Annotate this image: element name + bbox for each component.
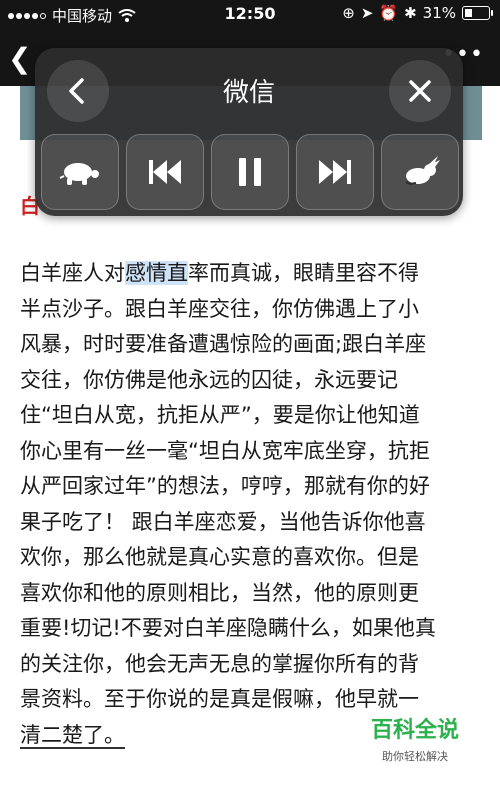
- text-line: 住“坦白从宽，抗拒从严”，要是你让他知道: [20, 403, 420, 427]
- text-line: 白羊座人对感情直率而真诚，眼睛里容不得: [20, 261, 419, 285]
- pause-button[interactable]: [211, 134, 289, 210]
- text-line: 从严回家过年”的想法，哼哼，那就有你的好: [20, 474, 430, 498]
- rabbit-icon: [405, 156, 440, 186]
- pause-icon: [239, 158, 261, 186]
- skip-back-icon: [149, 160, 181, 184]
- text-line: 的关注你，他会无声无息的掌握你所有的背: [20, 651, 419, 676]
- battery-icon: [462, 6, 493, 20]
- location-icon: ➤: [360, 4, 374, 22]
- text-line: 你心里有一丝一毫“坦白从宽牢底坐穿，抗拒: [20, 438, 430, 463]
- alarm-icon: ⏰: [379, 4, 399, 22]
- text-line: 喜欢你和他的原则相比，当然，他的原则更: [20, 580, 419, 605]
- fast-speed-button[interactable]: [381, 134, 459, 210]
- text-line: 半点沙子。跟白羊座交往，你仿佛遇上了小: [20, 296, 419, 321]
- floating-audio-panel: 微信: [35, 48, 463, 216]
- turtle-icon: [59, 163, 99, 185]
- nav-back-icon[interactable]: ❮: [8, 42, 31, 75]
- watermark-logo: 百科全说 助你轻松解决: [355, 712, 475, 764]
- battery-percent: 31%: [422, 4, 456, 22]
- text-line: 交往，你仿佛是他永远的囚徒，永远要记: [20, 367, 398, 392]
- text-line: 风暴，时时要准备遭遇惊险的画面;跟白羊座: [20, 332, 427, 356]
- lock-rotation-icon: ⊕: [342, 4, 355, 22]
- previous-button[interactable]: [126, 134, 204, 210]
- article-body: 白羊座人对感情直率而真诚，眼睛里容不得 半点沙子。跟白羊座交往，你仿佛遇上了小 …: [20, 256, 482, 753]
- selected-text[interactable]: 感情直: [125, 261, 188, 285]
- slow-speed-button[interactable]: [41, 134, 119, 210]
- status-bar: 中国移动 12:50 ⊕ ➤ ⏰ ✱ 31%: [0, 0, 500, 28]
- text-line: 欢你，那么他就是真心实意的喜欢你。但是: [20, 545, 419, 569]
- panel-close-button[interactable]: [389, 60, 451, 122]
- watermark-title: 百科全说: [370, 718, 459, 743]
- watermark-subtitle: 助你轻松解决: [382, 750, 448, 763]
- close-icon: [409, 80, 431, 102]
- bluetooth-icon: ✱: [404, 4, 417, 22]
- skip-forward-icon: [319, 160, 351, 184]
- text-line: 果子吃了！ 跟白羊座恋爱，当他告诉你他喜: [20, 509, 426, 534]
- next-button[interactable]: [296, 134, 374, 210]
- text-line: 重要!切记!不要对白羊座隐瞒什么，如果他真: [20, 616, 436, 640]
